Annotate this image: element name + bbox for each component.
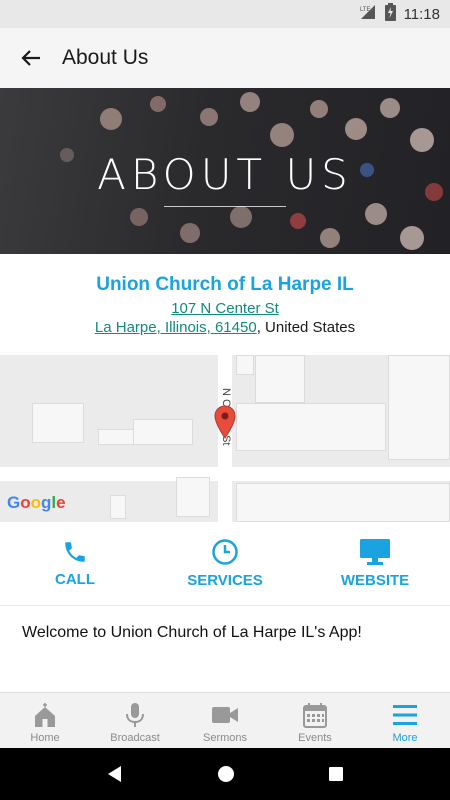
- nav-more-label: More: [392, 732, 418, 744]
- nav-events-label: Events: [298, 732, 332, 744]
- header-banner: ABOUT US: [0, 88, 450, 254]
- map-pin-icon[interactable]: [214, 405, 236, 439]
- call-button[interactable]: CALL: [0, 522, 150, 605]
- app-bar: About Us: [0, 28, 450, 88]
- signal-lte-icon: LTE: [359, 4, 377, 25]
- website-button[interactable]: WEBSITE: [300, 522, 450, 605]
- church-name: Union Church of La Harpe IL: [96, 274, 354, 295]
- map-building: [32, 403, 84, 443]
- map-building: [110, 495, 126, 519]
- calendar-icon: [303, 703, 327, 728]
- nav-broadcast[interactable]: Broadcast: [90, 693, 180, 748]
- arrow-left-icon: [21, 50, 40, 66]
- map-view[interactable]: N Center St Google: [0, 355, 450, 522]
- nav-more[interactable]: More: [360, 693, 450, 748]
- map-building: [236, 483, 450, 522]
- church-info: Union Church of La Harpe IL 107 N Center…: [0, 262, 450, 336]
- banner-title: ABOUT US: [97, 150, 353, 199]
- map-building: [133, 419, 193, 445]
- address-country: , United States: [256, 319, 356, 336]
- video-camera-icon: [212, 707, 238, 723]
- recents-square-icon[interactable]: [328, 766, 344, 782]
- phone-icon: [65, 542, 85, 562]
- menu-icon: [393, 705, 417, 725]
- nav-home-label: Home: [30, 732, 60, 744]
- services-button[interactable]: SERVICES: [150, 522, 300, 605]
- system-nav-bar: [0, 748, 450, 800]
- bottom-nav: Home Broadcast Sermons Events More: [0, 692, 450, 748]
- nav-events[interactable]: Events: [270, 693, 360, 748]
- map-building: [255, 355, 305, 403]
- nav-home[interactable]: Home: [0, 693, 90, 748]
- address-city-link[interactable]: La Harpe, Illinois, 61450: [95, 319, 257, 336]
- welcome-text: Welcome to Union Church of La Harpe IL's…: [22, 624, 362, 641]
- nav-broadcast-label: Broadcast: [110, 732, 160, 744]
- services-label: SERVICES: [187, 572, 263, 589]
- action-bar: CALL SERVICES WEBSITE: [0, 522, 450, 606]
- map-road: [0, 467, 450, 481]
- nav-sermons-label: Sermons: [202, 732, 248, 744]
- map-building: [236, 403, 386, 451]
- nav-sermons[interactable]: Sermons: [180, 693, 270, 748]
- address-street-link[interactable]: 107 N Center St: [171, 300, 279, 317]
- battery-charging-icon: [384, 2, 396, 26]
- home-circle-icon[interactable]: [217, 765, 235, 783]
- map-building: [236, 355, 254, 375]
- back-button[interactable]: [0, 28, 62, 88]
- monitor-icon: [360, 539, 390, 565]
- google-logo: Google: [7, 493, 66, 512]
- status-bar: LTE 11:18: [0, 0, 450, 28]
- microphone-icon: [126, 703, 144, 727]
- church-icon: [35, 703, 55, 727]
- map-building: [388, 355, 450, 460]
- status-time: 11:18: [403, 5, 440, 23]
- map-building: [98, 429, 134, 445]
- call-label: CALL: [55, 571, 95, 588]
- back-triangle-icon[interactable]: [106, 765, 124, 783]
- banner-divider: [164, 206, 286, 207]
- clock-icon: [212, 539, 238, 565]
- svg-text:LTE: LTE: [360, 7, 371, 13]
- page-title: About Us: [62, 46, 149, 69]
- website-label: WEBSITE: [340, 572, 410, 589]
- map-building: [176, 477, 210, 517]
